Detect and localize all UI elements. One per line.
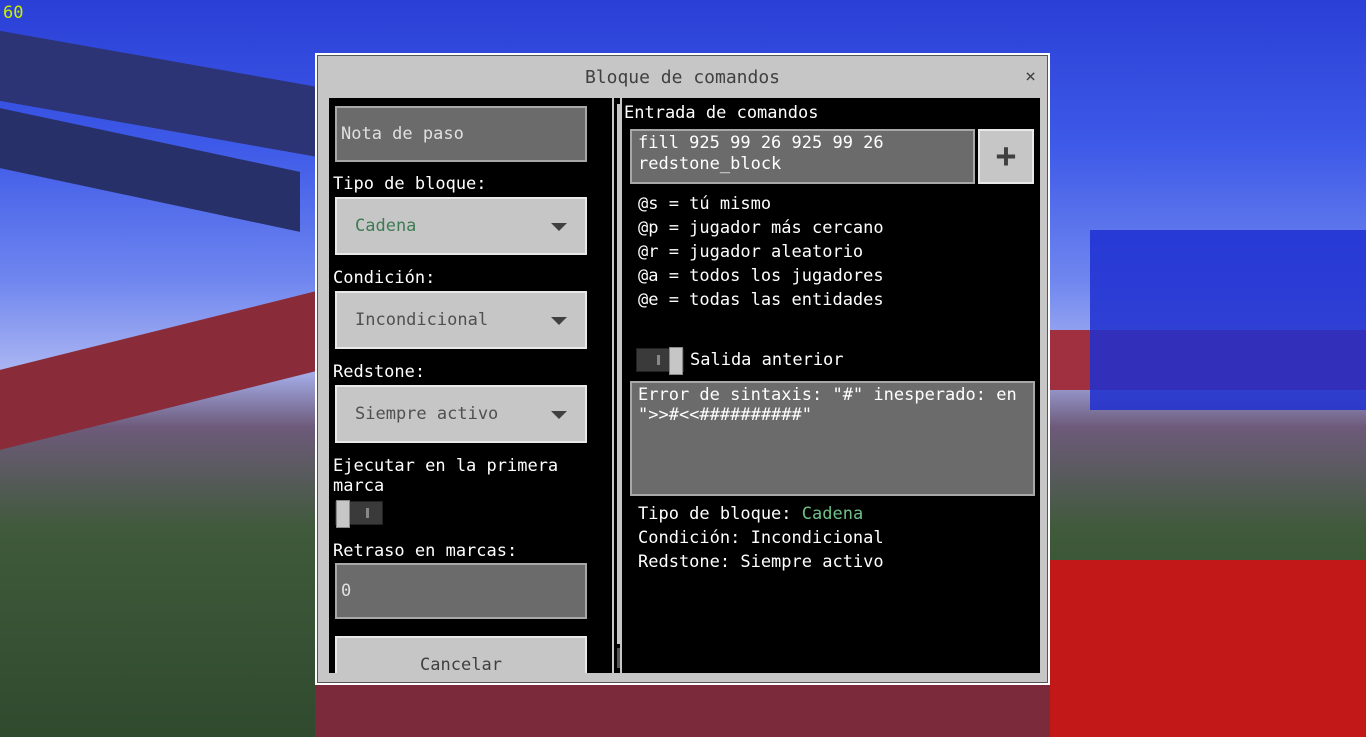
command-block-dialog: Bloque de comandos × Nota de paso Tipo d… (315, 53, 1050, 685)
command-line: redstone_block (638, 154, 782, 174)
toggle-knob (669, 347, 683, 375)
info-block-type-label: Tipo de bloque: (638, 504, 802, 524)
redstone-dropdown[interactable]: Siempre activo (335, 385, 587, 443)
step-note-input[interactable]: Nota de paso (335, 106, 587, 162)
red-ground-right (1050, 560, 1366, 737)
command-panel: Entrada de comandos fill 925 99 26 925 9… (620, 98, 1040, 673)
condition-value: Incondicional (355, 310, 489, 330)
blue-block-right (1090, 230, 1366, 410)
selector-hint: @s = tú mismo (638, 194, 772, 214)
redstone-value: Siempre activo (355, 404, 499, 424)
toggle-on-mark (657, 355, 660, 365)
toggle-knob (336, 500, 350, 528)
block-type-label: Tipo de bloque: (333, 174, 487, 194)
block-type-dropdown[interactable]: Cadena (335, 197, 587, 255)
delay-input[interactable]: 0 (335, 563, 587, 619)
command-input-label: Entrada de comandos (624, 103, 819, 123)
toggle-off-mark (366, 508, 369, 518)
add-command-button[interactable]: + (978, 129, 1034, 184)
condition-dropdown[interactable]: Incondicional (335, 291, 587, 349)
error-line: Error de sintaxis: "#" inesperado: en (638, 385, 1017, 405)
info-block-type: Tipo de bloque: Cadena (638, 504, 863, 524)
cancel-label: Cancelar (420, 655, 502, 673)
info-condition: Condición: Incondicional (638, 528, 884, 548)
settings-panel[interactable]: Nota de paso Tipo de bloque: Cadena Cond… (329, 98, 612, 673)
selector-hint: @a = todos los jugadores (638, 266, 884, 286)
close-icon[interactable]: × (1025, 66, 1036, 87)
block-type-value: Cadena (355, 216, 417, 236)
ground-bottom (315, 685, 1050, 737)
previous-output-label: Salida anterior (690, 350, 844, 370)
cancel-button[interactable]: Cancelar (335, 636, 587, 673)
fps-counter: 60 (3, 3, 24, 23)
selector-hint: @r = jugador aleatorio (638, 242, 864, 262)
info-redstone: Redstone: Siempre activo (638, 552, 884, 572)
step-note-placeholder: Nota de paso (341, 124, 464, 144)
selector-hint: @e = todas las entidades (638, 290, 884, 310)
previous-output-box: Error de sintaxis: "#" inesperado: en ">… (630, 381, 1035, 496)
selector-hint: @p = jugador más cercano (638, 218, 884, 238)
delay-value: 0 (341, 581, 352, 601)
previous-output-toggle[interactable] (636, 347, 684, 375)
chevron-down-icon (551, 411, 567, 419)
redstone-label: Redstone: (333, 362, 426, 382)
info-block-type-value: Cadena (801, 504, 864, 524)
first-tick-label: Ejecutar en la primera (333, 456, 559, 476)
chevron-down-icon (551, 317, 567, 325)
red-block-left (0, 290, 320, 450)
chevron-down-icon (551, 223, 567, 231)
first-tick-label-cont: marca (333, 476, 385, 496)
condition-label: Condición: (333, 268, 436, 288)
error-line: ">>#<<##########" (638, 405, 812, 425)
command-input[interactable]: fill 925 99 26 925 99 26 redstone_block (630, 129, 975, 184)
delay-label: Retraso en marcas: (333, 541, 518, 561)
command-line: fill 925 99 26 925 99 26 (638, 133, 884, 153)
dialog-title: Bloque de comandos (584, 67, 781, 88)
first-tick-toggle[interactable] (335, 500, 383, 528)
